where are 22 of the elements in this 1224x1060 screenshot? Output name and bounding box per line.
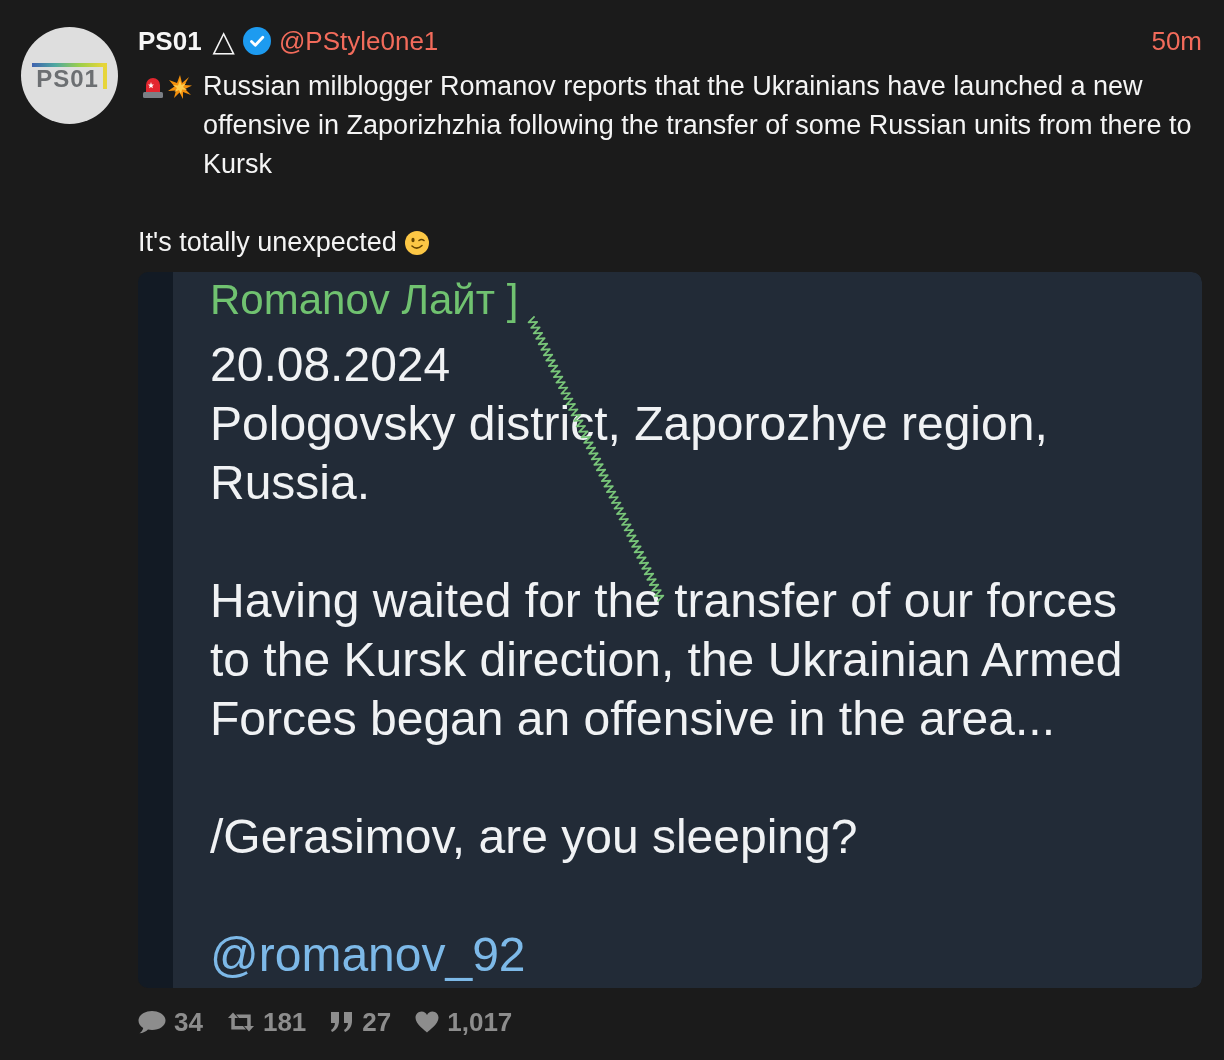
heart-icon (415, 1011, 440, 1033)
winking-face-icon (404, 230, 429, 255)
author-name[interactable]: PS01 (138, 25, 202, 57)
reply-button[interactable]: 34 (138, 1007, 203, 1037)
repost-arrows-icon (226, 1010, 255, 1034)
channel-mention: @romanov_92 (210, 927, 527, 983)
author-handle[interactable]: @PStyle0ne1 (278, 25, 439, 57)
message-text: /Gerasimov, are you sleeping? (210, 809, 859, 865)
explosion-icon (168, 74, 192, 99)
post-time: 50m (1151, 25, 1202, 57)
quote-marks-icon (330, 1011, 355, 1033)
post-text: Russian milblogger Romanov reports that the Ukrainians have launched a new offensive in Zaporizhzhia following the transfer of some Russian units from there to Kursk (203, 70, 1193, 181)
repost-button[interactable]: 181 (226, 1007, 307, 1037)
message-date: 20.08.2024 (210, 337, 452, 393)
like-button[interactable]: 1,017 (415, 1007, 513, 1037)
triangle-symbol: △ (212, 25, 235, 57)
avatar[interactable]: PS01 (21, 27, 118, 124)
message-text: Having waited for the transfer of our forces to the Kursk direction, the Ukrainian Armed Forces began an offensive in the area... (210, 573, 1124, 747)
avatar-logo-text: PS01 (32, 62, 107, 89)
speech-bubble-icon (138, 1010, 166, 1034)
quote-button[interactable]: 27 (330, 1007, 392, 1037)
post-text: It's totally unexpected (138, 226, 397, 259)
